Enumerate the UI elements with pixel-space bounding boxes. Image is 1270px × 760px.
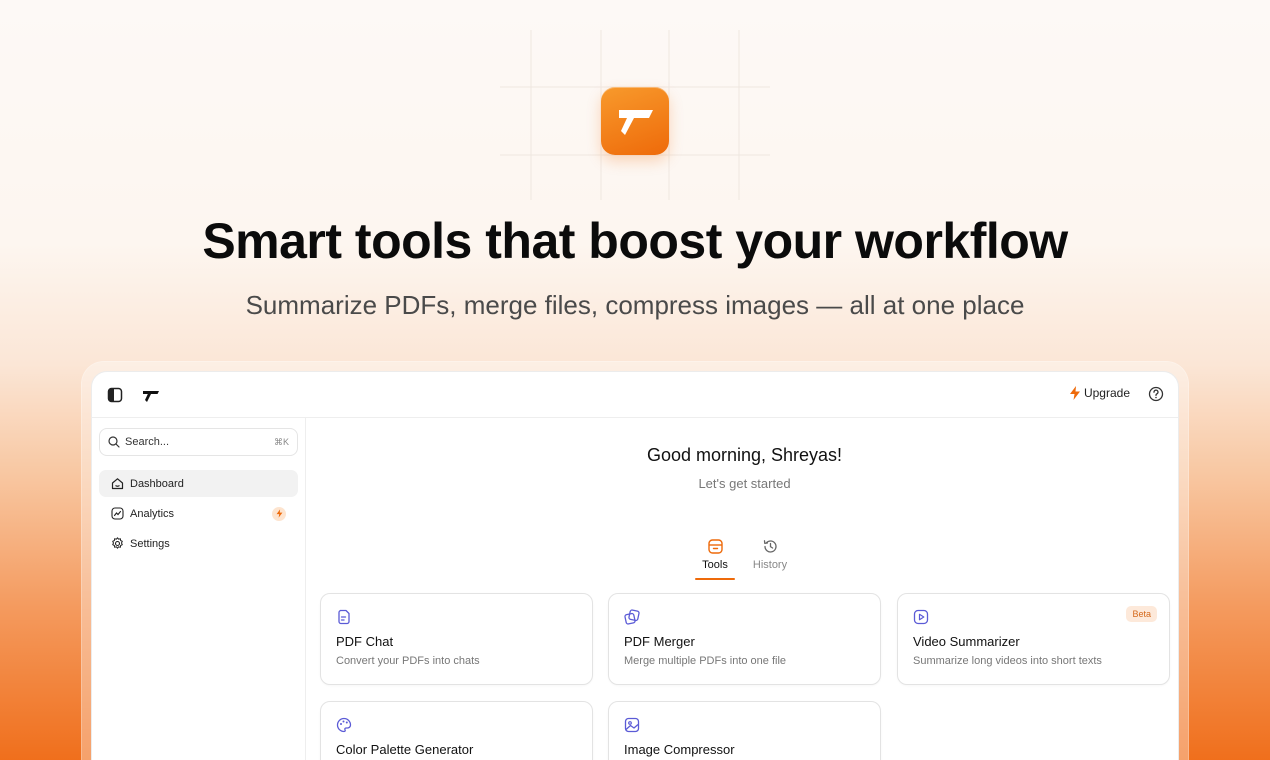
search-input[interactable]: Search... ⌘K <box>99 428 298 456</box>
upgrade-button[interactable]: Upgrade <box>1069 386 1130 400</box>
document-icon <box>338 609 350 625</box>
greeting-subtitle: Let's get started <box>698 476 791 491</box>
tool-card-image-compressor[interactable]: Image Compressor <box>608 701 881 760</box>
tool-description: Convert your PDFs into chats <box>336 655 480 667</box>
tool-title: PDF Merger <box>624 634 695 649</box>
tool-title: PDF Chat <box>336 634 394 649</box>
lightning-icon <box>1069 386 1080 400</box>
tool-description: Merge multiple PDFs into one file <box>624 655 787 667</box>
sidebar-toggle-icon[interactable] <box>107 387 123 403</box>
sidebar-item-analytics[interactable]: Analytics <box>99 500 298 527</box>
active-tab-indicator <box>695 578 735 580</box>
tab-label: Tools <box>702 559 728 571</box>
tool-card-pdf-merger[interactable]: PDF Merger Merge multiple PDFs into one … <box>608 593 881 685</box>
sidebar-item-label: Settings <box>130 537 170 550</box>
app-logo <box>601 87 669 155</box>
app-topbar: Upgrade <box>92 372 1178 418</box>
main-content: Good morning, Shreyas! Let's get started… <box>307 418 1178 760</box>
brand-mark-icon[interactable] <box>142 389 160 403</box>
video-icon <box>913 609 929 625</box>
home-icon <box>111 478 124 490</box>
tool-card-pdf-chat[interactable]: PDF Chat Convert your PDFs into chats <box>320 593 593 685</box>
upgrade-label: Upgrade <box>1083 386 1130 400</box>
sidebar-item-label: Dashboard <box>130 477 184 490</box>
pro-badge <box>272 506 286 521</box>
palette-icon <box>336 717 352 733</box>
beta-badge: Beta <box>1126 606 1157 622</box>
lightning-icon <box>276 509 282 518</box>
gear-icon <box>112 537 123 549</box>
tool-card-video-summarizer[interactable]: Beta Video Summarizer Summarize long vid… <box>897 593 1170 685</box>
image-icon <box>624 717 640 733</box>
tab-label: History <box>752 559 788 571</box>
tool-title: Image Compressor <box>624 742 735 757</box>
app-window: Upgrade Search... ⌘K Dashboard Analytics… <box>91 371 1179 760</box>
sidebar-item-label: Analytics <box>130 507 175 520</box>
tool-title: Video Summarizer <box>913 634 1020 649</box>
hero-title: Smart tools that boost your workflow <box>202 213 1068 269</box>
toolbox-icon <box>707 538 723 554</box>
merge-icon <box>624 609 640 625</box>
help-icon[interactable] <box>1148 386 1164 402</box>
search-shortcut: ⌘K <box>273 436 289 447</box>
history-icon <box>763 539 777 553</box>
tool-card-color-palette-generator[interactable]: Color Palette Generator <box>320 701 593 760</box>
tab-tools[interactable]: Tools <box>695 536 735 571</box>
chart-icon <box>111 507 124 520</box>
sidebar-item-settings[interactable]: Settings <box>99 530 298 557</box>
hero-subtitle: Summarize PDFs, merge files, compress im… <box>245 290 1025 320</box>
tool-description: Summarize long videos into short texts <box>913 655 1102 667</box>
brand-logo-icon <box>619 110 653 135</box>
tool-title: Color Palette Generator <box>336 742 474 757</box>
tab-history[interactable]: History <box>750 536 790 571</box>
search-placeholder: Search... <box>125 436 170 448</box>
sidebar: Search... ⌘K Dashboard Analytics Setting… <box>92 418 306 760</box>
greeting-title: Good morning, Shreyas! <box>646 445 843 465</box>
sidebar-item-dashboard[interactable]: Dashboard <box>99 470 298 497</box>
search-icon <box>108 436 120 448</box>
